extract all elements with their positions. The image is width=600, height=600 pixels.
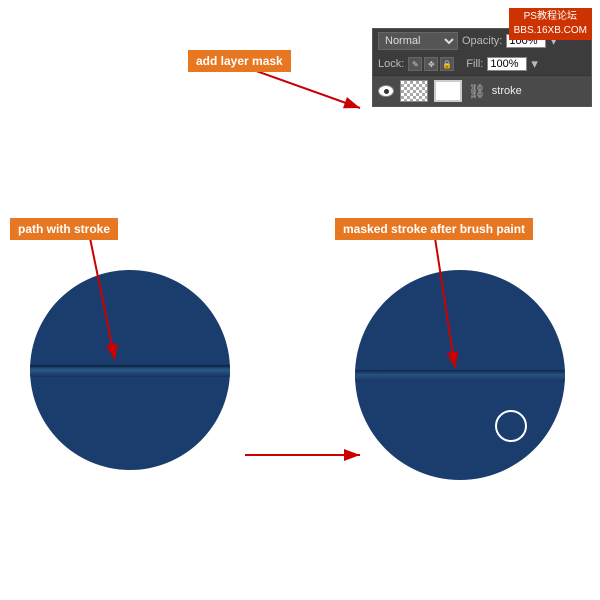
- stroke-line-right: [355, 370, 565, 382]
- panel-row-layer: ⛓ stroke: [373, 75, 591, 106]
- circle-right: [355, 270, 565, 480]
- layer-visibility-icon[interactable]: [378, 85, 394, 97]
- masked-stroke-label: masked stroke after brush paint: [335, 218, 533, 240]
- layer-name-label: stroke: [492, 85, 522, 97]
- watermark-line1: PS教程论坛: [514, 10, 587, 24]
- lock-label: Lock:: [378, 58, 404, 70]
- panel-row-lock: Lock: ✎ ✥ 🔒 Fill: ▾: [373, 53, 591, 75]
- add-layer-mask-label: add layer mask: [188, 50, 291, 72]
- lock-icon-3[interactable]: 🔒: [440, 57, 454, 71]
- watermark-line2: BBS.16XB.COM: [514, 24, 587, 38]
- arrow-add-layer-mask: [248, 68, 360, 108]
- blend-mode-select[interactable]: Normal: [378, 32, 458, 50]
- fill-input[interactable]: [487, 57, 527, 71]
- layer-mask-thumbnail: [434, 80, 462, 102]
- layer-thumbnail-checker: [400, 80, 428, 102]
- fill-label: Fill:: [466, 58, 483, 70]
- lock-icon-2[interactable]: ✥: [424, 57, 438, 71]
- layer-chain-icon: ⛓: [468, 83, 486, 100]
- dropdown-arrow-fill: ▾: [531, 56, 538, 72]
- brush-circle-indicator: [495, 410, 527, 442]
- stroke-line-left: [30, 365, 230, 377]
- opacity-label: Opacity:: [462, 35, 502, 47]
- watermark: PS教程论坛 BBS.16XB.COM: [509, 8, 592, 40]
- lock-icons: ✎ ✥ 🔒: [408, 57, 454, 71]
- circle-left: [30, 270, 230, 470]
- path-with-stroke-label: path with stroke: [10, 218, 118, 240]
- lock-icon-1[interactable]: ✎: [408, 57, 422, 71]
